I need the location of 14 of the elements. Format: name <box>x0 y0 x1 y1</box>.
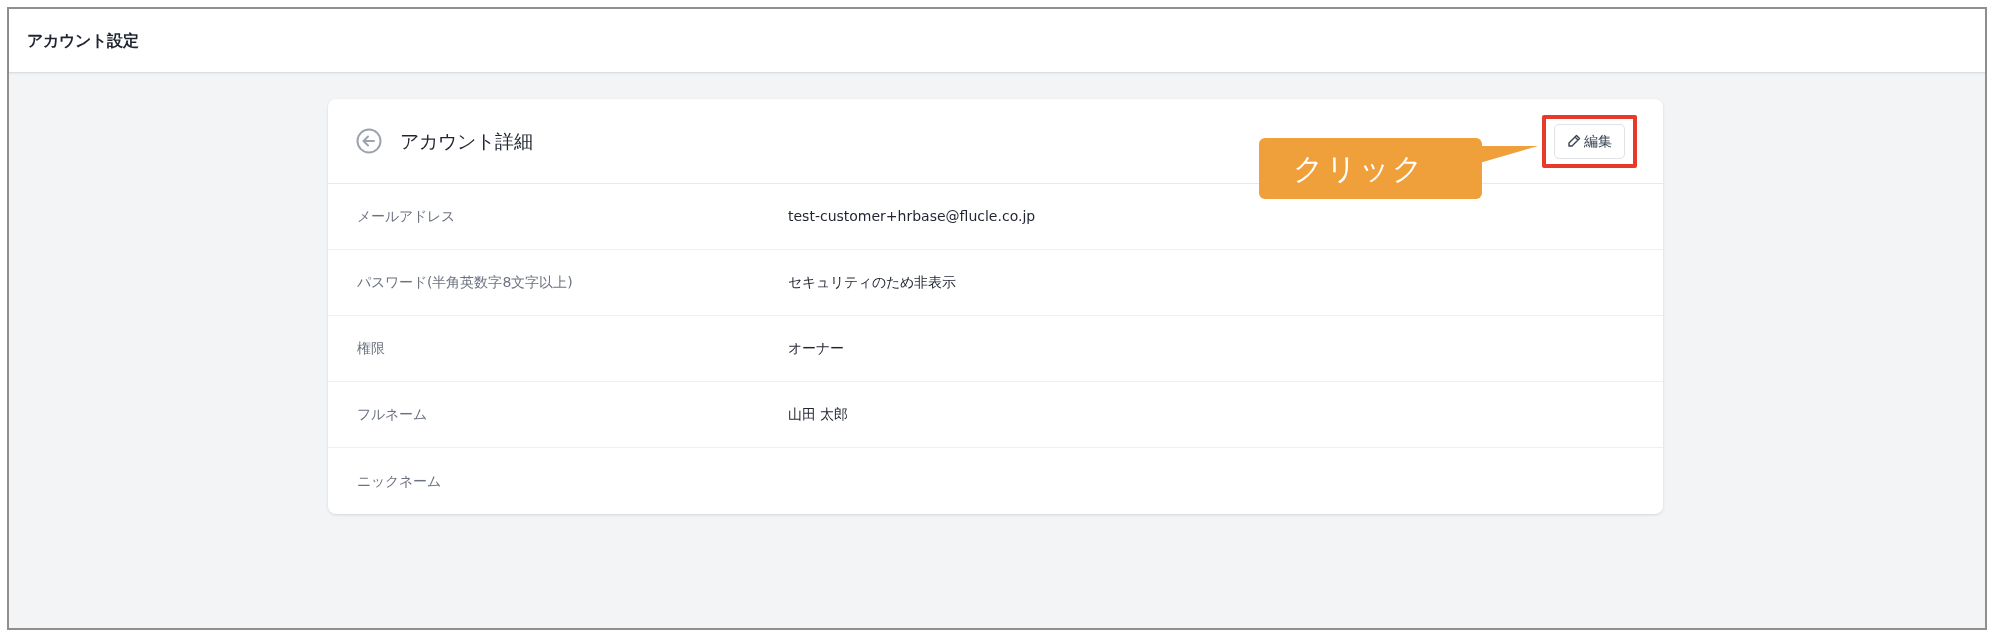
field-label: メールアドレス <box>357 207 456 226</box>
field-label: フルネーム <box>357 405 428 424</box>
field-label: パスワード(半角英数字8文字以上) <box>357 273 574 292</box>
click-callout: クリック <box>1259 138 1482 199</box>
pencil-icon <box>1567 134 1581 148</box>
field-label: ニックネーム <box>357 471 442 491</box>
page-title: アカウント設定 <box>27 29 139 52</box>
field-label: 権限 <box>357 339 386 358</box>
card-title: アカウント詳細 <box>400 128 533 154</box>
field-value: test-customer+hrbase@flucle.co.jp <box>788 207 1036 226</box>
edit-button[interactable]: 編集 <box>1554 123 1625 159</box>
field-value: セキュリティのため非表示 <box>788 273 956 292</box>
field-value: オーナー <box>788 339 844 358</box>
field-value: 山田 太郎 <box>788 405 849 424</box>
